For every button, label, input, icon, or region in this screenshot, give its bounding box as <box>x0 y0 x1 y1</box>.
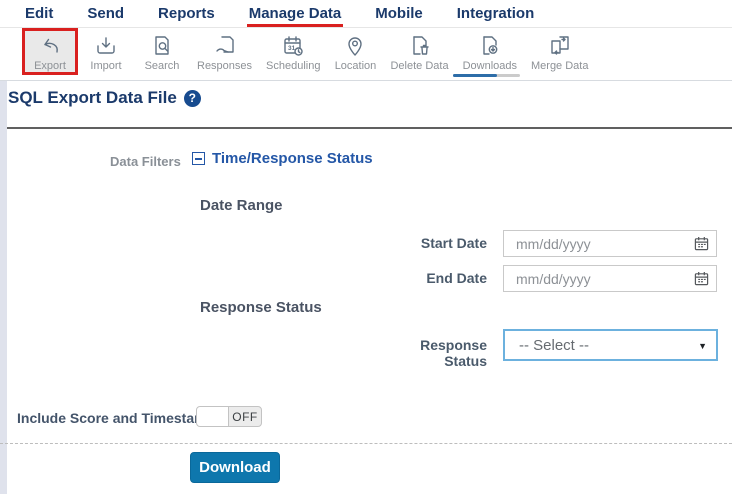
toolbar-item-scheduling[interactable]: 31 Scheduling <box>259 28 327 74</box>
location-icon <box>343 33 367 59</box>
start-date-field <box>503 230 717 257</box>
scheduling-icon: 31 <box>281 33 305 59</box>
filter-group-toggle[interactable]: Time/Response Status <box>192 150 373 167</box>
toggle-knob <box>197 407 229 426</box>
response-status-selected-value: -- Select -- <box>519 336 590 354</box>
import-icon <box>94 33 118 59</box>
toolbar-item-label: Search <box>144 60 180 72</box>
response-status-select[interactable]: -- Select -- ▼ <box>503 329 718 361</box>
end-date-input[interactable] <box>503 265 717 292</box>
download-button[interactable]: Download <box>190 452 280 483</box>
manage-data-toolbar: Export Import Search Responses 31 Schedu… <box>0 28 732 81</box>
nav-item-manage-data[interactable]: Manage Data <box>246 5 344 27</box>
toolbar-item-downloads[interactable]: Downloads <box>456 28 524 74</box>
toolbar-item-import[interactable]: Import <box>78 28 134 74</box>
chevron-down-icon: ▼ <box>698 341 707 351</box>
toolbar-item-label: Responses <box>197 60 253 72</box>
help-icon[interactable]: ? <box>183 89 201 107</box>
nav-item-mobile[interactable]: Mobile <box>375 5 423 22</box>
top-nav: Edit Send Reports Manage Data Mobile Int… <box>0 0 732 28</box>
annotation-red-underline <box>246 24 344 27</box>
toolbar-item-export[interactable]: Export <box>22 28 78 75</box>
left-rail-divider <box>0 81 7 494</box>
nav-item-edit[interactable]: Edit <box>25 5 53 22</box>
toolbar-scrollbar[interactable] <box>453 74 520 77</box>
toolbar-scrollbar-thumb[interactable] <box>453 74 497 77</box>
data-filters-label: Data Filters <box>110 154 181 169</box>
sql-export-page: SQL Export Data File ? Data Filters Time… <box>0 81 732 494</box>
include-score-toggle[interactable]: OFF <box>196 406 262 427</box>
delete-data-icon <box>408 33 432 59</box>
page-title-row: SQL Export Data File ? <box>8 88 201 108</box>
toolbar-item-delete-data[interactable]: Delete Data <box>383 28 455 74</box>
responses-icon <box>213 33 237 59</box>
page-title: SQL Export Data File <box>8 88 177 107</box>
toolbar-item-label: Merge Data <box>531 60 589 72</box>
toolbar-item-responses[interactable]: Responses <box>190 28 259 74</box>
nav-item-integration[interactable]: Integration <box>457 5 535 22</box>
nav-item-manage-data-label: Manage Data <box>248 5 342 22</box>
toolbar-item-merge-data[interactable]: Merge Data <box>524 28 595 74</box>
footer-divider <box>0 443 732 444</box>
toolbar-item-label: Downloads <box>462 60 517 72</box>
search-icon <box>150 33 174 59</box>
end-date-field <box>503 265 717 292</box>
collapse-icon[interactable] <box>192 152 205 165</box>
calendar-icon[interactable] <box>694 236 709 256</box>
export-icon <box>38 33 62 59</box>
start-date-input[interactable] <box>503 230 717 257</box>
include-score-label: Include Score and Timestamp <box>17 410 216 426</box>
merge-data-icon <box>548 33 572 59</box>
toolbar-item-label: Delete Data <box>390 60 449 72</box>
toolbar-item-label: Export <box>34 60 66 72</box>
filter-group-label: Time/Response Status <box>212 150 373 167</box>
start-date-label: Start Date <box>420 235 487 251</box>
toolbar-item-search[interactable]: Search <box>134 28 190 74</box>
toolbar-item-label: Import <box>90 60 122 72</box>
toolbar-item-location[interactable]: Location <box>327 28 383 74</box>
response-status-label: Response Status <box>420 337 487 369</box>
date-range-section-label: Date Range <box>200 197 283 214</box>
toolbar-item-label: Scheduling <box>266 60 321 72</box>
nav-item-reports[interactable]: Reports <box>158 5 215 22</box>
end-date-label: End Date <box>426 270 487 286</box>
title-divider <box>7 127 732 129</box>
toolbar-item-label: Location <box>334 60 377 72</box>
calendar-icon[interactable] <box>694 271 709 291</box>
nav-item-send[interactable]: Send <box>87 5 124 22</box>
downloads-icon <box>478 33 502 59</box>
response-status-section-label: Response Status <box>200 299 322 316</box>
toggle-state-label: OFF <box>232 409 258 424</box>
